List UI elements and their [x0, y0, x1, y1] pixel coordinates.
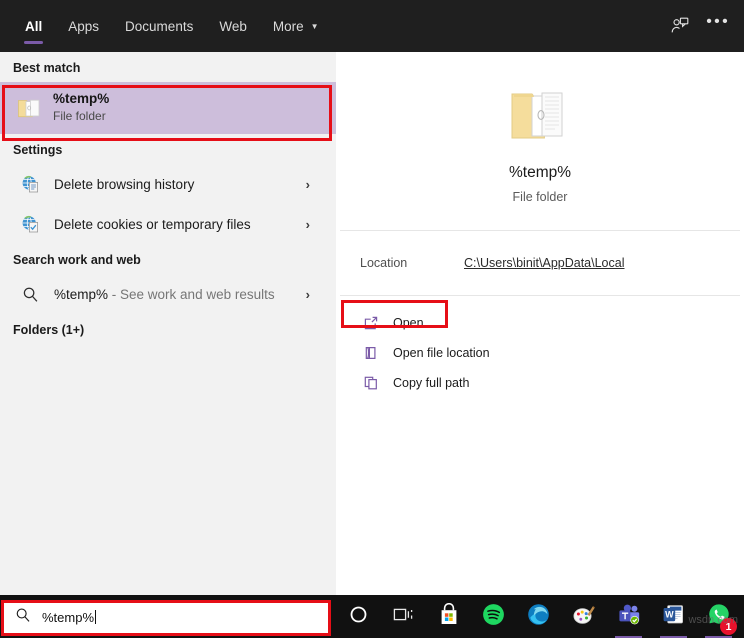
tab-apps[interactable]: Apps	[55, 0, 112, 52]
windows-search-screen: All Apps Documents Web More ▼	[0, 0, 744, 638]
tab-more-label: More	[273, 19, 304, 34]
open-in-new-icon	[358, 315, 384, 331]
search-results-pane: Best match %temp% File folder Settings	[0, 52, 336, 595]
task-view-icon	[393, 605, 414, 629]
search-icon	[15, 607, 31, 628]
action-open-label: Open	[393, 316, 424, 330]
folder-icon	[13, 96, 47, 121]
web-result-suffix: - See work and web results	[108, 287, 275, 302]
paint-icon	[572, 603, 596, 631]
preview-pane: %temp% File folder Location C:\Users\bin…	[336, 52, 744, 595]
action-copy-full-path-label: Copy full path	[393, 376, 469, 390]
whatsapp-notification-badge: 1	[720, 618, 737, 635]
taskbar-microsoft-teams-button[interactable]	[606, 595, 651, 638]
search-icon	[13, 286, 47, 303]
taskbar-apps: W 1	[336, 595, 741, 638]
taskbar-microsoft-store-button[interactable]	[426, 595, 471, 638]
action-open[interactable]: Open	[336, 308, 744, 338]
open-folder-documents-icon	[508, 84, 572, 151]
internet-options-icon	[13, 175, 47, 194]
web-result-label: %temp% - See work and web results	[54, 287, 275, 302]
best-match-text: %temp% File folder	[53, 91, 109, 126]
spotify-icon	[482, 603, 505, 631]
search-tab-bar: All Apps Documents Web More ▼	[0, 0, 744, 52]
taskbar-whatsapp-button[interactable]: 1	[696, 595, 741, 638]
taskbar-spotify-button[interactable]	[471, 595, 516, 638]
settings-item-delete-cookies[interactable]: Delete cookies or temporary files ›	[0, 204, 336, 244]
internet-options-icon	[13, 215, 47, 234]
best-match-heading: Best match	[0, 52, 336, 82]
preview-subtitle: File folder	[513, 190, 568, 204]
chevron-down-icon: ▼	[311, 23, 319, 31]
text-cursor	[95, 610, 96, 624]
settings-item-delete-browsing-history[interactable]: Delete browsing history ›	[0, 164, 336, 204]
taskbar-microsoft-word-button[interactable]: W	[651, 595, 696, 638]
cortana-icon	[349, 605, 368, 629]
microsoft-word-icon: W	[662, 603, 685, 631]
web-result-query: %temp%	[54, 287, 108, 302]
preview-title: %temp%	[509, 164, 571, 182]
svg-text:W: W	[665, 609, 674, 619]
taskbar-task-view-button[interactable]	[381, 595, 426, 638]
best-match-subtitle: File folder	[53, 107, 109, 125]
location-label: Location	[360, 256, 464, 270]
action-copy-full-path[interactable]: Copy full path	[336, 368, 744, 398]
location-link[interactable]: C:\Users\binit\AppData\Local	[464, 256, 625, 270]
settings-item-label: Delete cookies or temporary files	[54, 217, 251, 232]
folders-heading: Folders (1+)	[0, 314, 336, 344]
microsoft-teams-icon	[617, 603, 641, 631]
tab-web[interactable]: Web	[206, 0, 260, 52]
taskbar-cortana-button[interactable]	[336, 595, 381, 638]
location-row: Location C:\Users\binit\AppData\Local	[336, 231, 744, 295]
tab-web-label: Web	[219, 19, 247, 34]
person-feedback-icon[interactable]	[670, 16, 690, 36]
search-input[interactable]: %temp%	[4, 601, 328, 633]
microsoft-store-icon	[438, 603, 460, 631]
tab-all-label: All	[25, 19, 42, 34]
taskbar-microsoft-edge-button[interactable]	[516, 595, 561, 638]
taskbar: %temp%	[0, 595, 744, 638]
settings-heading: Settings	[0, 134, 336, 164]
tab-list: All Apps Documents Web More ▼	[0, 0, 332, 52]
search-input-value: %temp%	[42, 610, 96, 625]
tab-bar-actions: •••	[670, 0, 744, 52]
tab-all[interactable]: All	[12, 0, 55, 52]
best-match-row[interactable]: %temp% File folder	[0, 82, 336, 134]
preview-actions: Open Open file location	[336, 296, 744, 398]
chevron-right-icon: ›	[306, 287, 310, 302]
tab-documents-label: Documents	[125, 19, 193, 34]
copy-icon	[358, 375, 384, 391]
tab-documents[interactable]: Documents	[112, 0, 206, 52]
microsoft-edge-icon	[527, 603, 550, 631]
action-open-file-location[interactable]: Open file location	[336, 338, 744, 368]
tab-apps-label: Apps	[68, 19, 99, 34]
more-options-icon[interactable]: •••	[706, 13, 730, 31]
folder-open-icon	[358, 345, 384, 361]
preview-header: %temp% File folder	[336, 52, 744, 230]
active-tab-underline	[24, 41, 43, 45]
action-open-file-location-label: Open file location	[393, 346, 490, 360]
best-match-title: %temp%	[53, 91, 109, 108]
settings-item-label: Delete browsing history	[54, 177, 194, 192]
taskbar-paint-button[interactable]	[561, 595, 606, 638]
chevron-right-icon: ›	[306, 177, 310, 192]
search-input-text: %temp%	[42, 610, 94, 625]
chevron-right-icon: ›	[306, 217, 310, 232]
search-work-and-web-heading: Search work and web	[0, 244, 336, 274]
tab-more[interactable]: More ▼	[260, 0, 332, 52]
web-result-row[interactable]: %temp% - See work and web results ›	[0, 274, 336, 314]
